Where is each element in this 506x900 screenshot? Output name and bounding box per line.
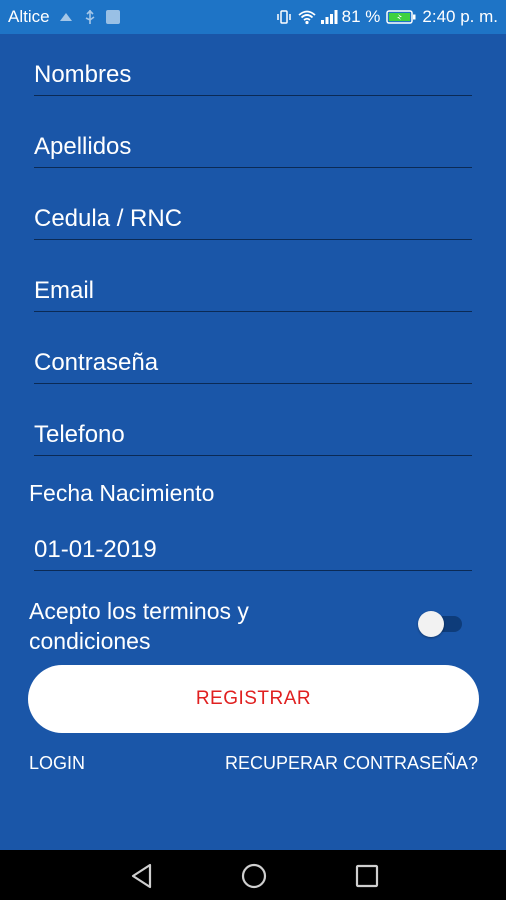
- back-icon[interactable]: [128, 862, 156, 890]
- image-icon: [105, 10, 120, 24]
- register-button[interactable]: REGISTRAR: [28, 665, 479, 733]
- usb-icon: [82, 9, 98, 25]
- terms-label-line2: condiciones: [29, 628, 151, 654]
- recover-password-link[interactable]: RECUPERAR CONTRASEÑA?: [225, 753, 478, 774]
- wifi-icon: [298, 9, 316, 25]
- battery-icon: [386, 9, 416, 25]
- apellidos-input[interactable]: [34, 127, 472, 167]
- terms-label-line1: Acepto los terminos y: [29, 598, 249, 624]
- carrier-name: Altice: [8, 7, 50, 26]
- password-input[interactable]: [34, 343, 472, 383]
- clock-time: 2:40 p. m.: [422, 7, 498, 26]
- email-input[interactable]: [34, 271, 472, 311]
- status-bar: Altice 81 % 2:40 p. m.: [0, 0, 506, 34]
- password-field[interactable]: [34, 343, 472, 384]
- telefono-field[interactable]: [34, 415, 472, 456]
- nombres-input[interactable]: [34, 55, 472, 95]
- cedula-input[interactable]: [34, 199, 472, 239]
- signal-icon: [320, 9, 338, 25]
- nombres-field[interactable]: [34, 55, 472, 96]
- email-field[interactable]: [34, 271, 472, 312]
- battery-percent: 81 %: [341, 7, 381, 26]
- toggle-thumb: [418, 611, 444, 637]
- home-icon[interactable]: [240, 862, 268, 890]
- telefono-input[interactable]: [34, 415, 472, 455]
- terms-toggle[interactable]: [416, 611, 464, 637]
- birthdate-value[interactable]: 01-01-2019: [34, 536, 157, 563]
- vibrate-icon: [276, 9, 292, 25]
- register-button-label: REGISTRAR: [195, 688, 312, 709]
- apellidos-field[interactable]: [34, 127, 472, 168]
- terms-label: Acepto los terminos y condiciones: [29, 596, 249, 656]
- cedula-field[interactable]: [34, 199, 472, 240]
- birthdate-field[interactable]: 01-01-2019: [34, 530, 472, 571]
- notification-icon: [58, 9, 74, 25]
- app-screen: Altice 81 % 2:40 p. m. Nombres Apellidos…: [0, 0, 506, 900]
- login-link[interactable]: LOGIN: [29, 753, 85, 774]
- navigation-bar: [0, 850, 506, 900]
- recents-icon[interactable]: [353, 862, 381, 890]
- birthdate-label: Fecha Nacimiento: [29, 480, 215, 506]
